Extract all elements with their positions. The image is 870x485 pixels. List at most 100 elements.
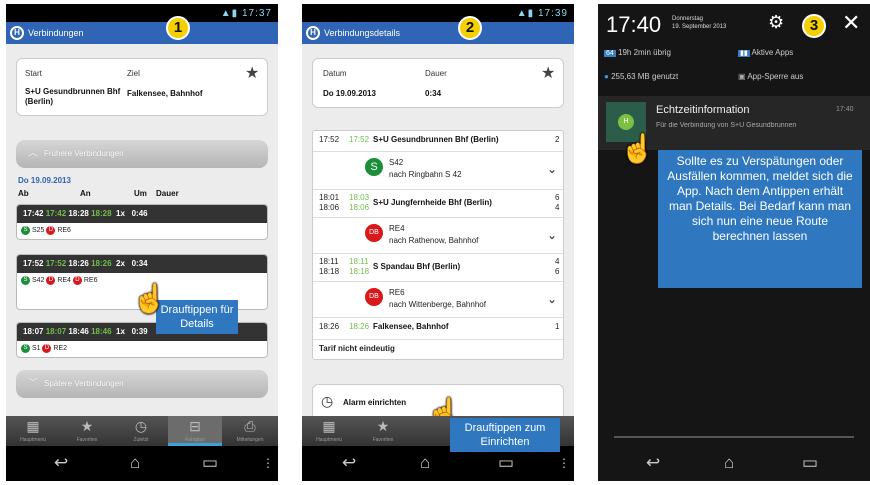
step-badge: 3: [802, 14, 826, 38]
stop-row: 18:26 18:26 Falkensee, Bahnhof 1: [313, 317, 563, 335]
tile-app-lock[interactable]: ▣ App-Sperre aus: [738, 72, 803, 81]
menu-icon[interactable]: ⋮: [558, 456, 570, 470]
row-text: 18:28: [68, 209, 89, 218]
chevron-down-icon: ⌄: [547, 228, 558, 242]
start-label: Start: [25, 69, 42, 78]
earlier-connections-button[interactable]: ︿ Frühere Verbindungen: [16, 140, 268, 168]
tile-memory[interactable]: ● 255,63 MB genutzt: [604, 72, 678, 81]
tab-hauptmenu[interactable]: ▦ Hauptmenü: [6, 416, 60, 446]
home-icon[interactable]: ⌂: [420, 453, 430, 473]
home-icon[interactable]: ⌂: [724, 453, 734, 473]
row-text: 4: [555, 257, 560, 266]
row-text: 18:46: [68, 327, 89, 336]
earlier-label: Frühere Verbindungen: [44, 149, 124, 158]
home-icon[interactable]: ⌂: [130, 453, 140, 473]
route-card[interactable]: Start S+U Gesundbrunnen Bhf (Berlin) Zie…: [16, 58, 268, 116]
row-text: 4: [555, 203, 560, 212]
row-text: 18:46: [91, 327, 112, 336]
row-text: nach Wittenberge, Bahnhof: [389, 300, 486, 309]
later-connections-button[interactable]: ﹀ Spätere Verbindungen: [16, 370, 268, 398]
back-icon[interactable]: ↩: [342, 453, 356, 473]
row-text: 17:52: [45, 259, 67, 268]
status-time: 17:39: [537, 8, 568, 19]
row-text: S S1 D RE2: [17, 341, 267, 357]
row-text: S42: [31, 277, 45, 284]
back-icon[interactable]: ↩: [646, 453, 660, 473]
app-title: Verbindungsdetails: [324, 28, 401, 38]
battery-icon: 64: [604, 50, 616, 57]
row-text: 1x: [116, 327, 125, 336]
ziel-value: Falkensee, Bahnhof: [127, 89, 203, 98]
drag-handle[interactable]: [614, 436, 854, 438]
settings-gear-icon[interactable]: ⚙: [768, 12, 784, 33]
row-text: RE4: [389, 224, 405, 233]
notification-text: Für die Verbindung von S+U Gesundbrunnen: [656, 122, 797, 129]
row-text: 17:42: [45, 209, 67, 218]
tab-fahrplan[interactable]: ⊟ Fahrplan: [168, 416, 222, 446]
tab-bar: ▦ Hauptmenü ★ Favoriten ◷ Zuletzt ⊟ Fahrplan…: [6, 416, 278, 446]
stop-row: 17:52 17:52 S+U Gesundbrunnen Bhf (Berli…: [313, 135, 563, 149]
row-text: 18:26: [319, 322, 340, 331]
later-label: Spätere Verbindungen: [44, 379, 124, 388]
tab-mitteilungen[interactable]: ⎙ Mitteilungen: [222, 416, 278, 446]
tab-zuletzt[interactable]: ◷ Zuletzt: [114, 416, 168, 446]
tab-label: Hauptmenü: [316, 437, 342, 443]
favorite-star-icon[interactable]: ★: [541, 63, 555, 83]
ziel-label: Ziel: [127, 69, 140, 78]
signal-icon: ▲▮ 17:39: [516, 8, 568, 19]
row-text: 18:11: [319, 257, 339, 266]
row-text: 0:34: [131, 259, 148, 268]
row-text: S+U Gesundbrunnen Bhf (Berlin): [373, 135, 499, 144]
row-text: 0:39: [131, 327, 148, 336]
tab-label: Hauptmenü: [20, 437, 46, 443]
leg-row[interactable]: DB RE4 nach Rathenow, Bahnhof ⌄: [313, 217, 563, 251]
itinerary-card: 17:52 17:52 S+U Gesundbrunnen Bhf (Berli…: [312, 130, 564, 360]
tile-active-apps[interactable]: ▮▮ Aktive Apps: [738, 48, 793, 57]
row-text: 18:11: [349, 257, 369, 266]
leg-row[interactable]: DB RE6 nach Wittenberge, Bahnhof ⌄: [313, 281, 563, 315]
notification-time: 17:40: [836, 106, 854, 113]
apps-icon: ▮▮: [738, 50, 750, 57]
sbahn-icon: S: [21, 275, 30, 285]
row-text: 2: [555, 135, 560, 144]
back-icon[interactable]: ↩: [54, 453, 68, 473]
notification-title: Echtzeitinformation: [656, 104, 750, 116]
tile-battery[interactable]: 64 19h 2min übrig: [604, 48, 671, 57]
app-bar: H Verbindungsdetails: [302, 22, 574, 44]
menu-icon[interactable]: ⋮: [262, 456, 274, 470]
recents-icon[interactable]: ▭: [802, 453, 818, 473]
datum-label: Datum: [323, 69, 347, 78]
dauer-label: Dauer: [425, 69, 447, 78]
close-icon[interactable]: ✕: [842, 10, 860, 36]
tab-label: Mitteilungen: [236, 437, 264, 443]
stop-row: 18:11 18:18 18:11 18:18 S Spandau Bhf (B…: [313, 253, 563, 279]
nav-bar: ↩ ⌂ ▭ ⋮: [6, 446, 278, 481]
col-ab: Ab: [18, 189, 29, 198]
lock-icon: ▣: [738, 72, 746, 81]
tab-favoriten[interactable]: ★ Favoriten: [60, 416, 114, 446]
app-logo-icon: H: [10, 26, 24, 40]
tab-favoriten[interactable]: ★ Favoriten: [356, 416, 410, 446]
row-text: 18:18: [319, 267, 340, 276]
date-label: Do 19.09.2013: [18, 176, 71, 185]
row-text: 18:26: [91, 259, 112, 268]
row-text: S S25 D RE6: [17, 223, 267, 239]
tab-label: Zuletzt: [133, 437, 149, 443]
recents-icon[interactable]: ▭: [498, 453, 514, 473]
row-text: 2x: [116, 259, 125, 268]
row-text: S25: [31, 227, 45, 234]
favorite-star-icon[interactable]: ★: [245, 63, 259, 83]
tab-hauptmenu[interactable]: ▦ Hauptmenü: [302, 416, 356, 446]
start-value: S+U Gesundbrunnen Bhf (Berlin): [25, 87, 121, 106]
recents-icon[interactable]: ▭: [202, 453, 218, 473]
callout-tip: Drauftippen für Details: [156, 300, 238, 334]
nav-bar: ↩ ⌂ ▭: [598, 446, 870, 481]
tab-label: Favoriten: [372, 437, 394, 443]
alarm-clock-icon: ◷: [321, 393, 334, 409]
callout-tip: Sollte es zu Verspätungen oder Ausfällen…: [658, 150, 862, 288]
row-text: 18:26: [68, 259, 89, 268]
trip-row[interactable]: 17:42 17:42 18:28 18:28 1x 0:46 S S25 D …: [16, 204, 268, 240]
hand-pointer-icon: ☝: [620, 133, 655, 164]
col-dauer: Dauer: [156, 189, 179, 198]
leg-row[interactable]: S S42 nach Ringbahn S 42 ⌄: [313, 151, 563, 187]
